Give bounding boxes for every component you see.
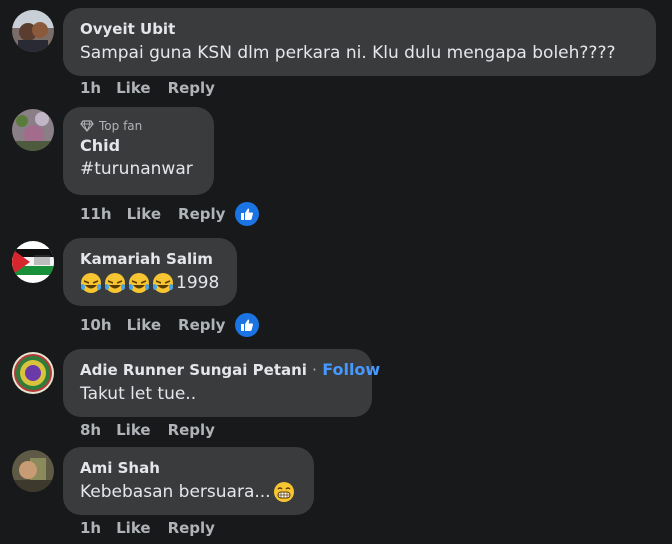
comment-actions: 1h Like Reply — [80, 519, 230, 537]
comment-text: Sampai guna KSN dlm perkara ni. Klu dulu… — [80, 43, 616, 63]
commenter-name[interactable]: Adie Runner Sungai Petani — [80, 361, 307, 379]
commenter-header: Adie Runner Sungai Petani · Follow — [80, 360, 380, 380]
follow-button[interactable]: Follow — [322, 360, 380, 379]
reply-button[interactable]: Reply — [168, 519, 215, 537]
like-button[interactable]: Like — [116, 421, 150, 439]
comment-bubble: Kamariah Salim 1998 — [63, 238, 237, 306]
like-button[interactable]: Like — [127, 316, 161, 334]
timestamp[interactable]: 1h — [80, 519, 101, 537]
thumbs-up-icon[interactable] — [235, 202, 260, 226]
laughing-emoji-icon — [80, 272, 176, 294]
comment-text: #turunanwar — [80, 159, 193, 179]
commenter-name[interactable]: Kamariah Salim — [80, 249, 221, 269]
comment-actions: 10h Like Reply — [80, 313, 274, 337]
top-fan-badge: Top fan — [80, 118, 198, 134]
commenter-name[interactable]: Chid — [80, 136, 198, 156]
diamond-icon — [80, 120, 94, 132]
grinning-emoji-icon — [273, 481, 295, 503]
commenter-name[interactable]: Ami Shah — [80, 458, 298, 478]
separator-dot: · — [312, 361, 317, 379]
comment-bubble: Ovyeit Ubit Sampai guna KSN dlm perkara … — [63, 8, 656, 76]
comment-bubble: Adie Runner Sungai Petani · Follow Takut… — [63, 349, 380, 417]
reply-button[interactable]: Reply — [168, 79, 215, 97]
badge-label: Top fan — [99, 119, 143, 133]
thumbs-up-icon[interactable] — [235, 313, 260, 337]
comment-bubble: Top fan Chid #turunanwar — [63, 107, 214, 195]
avatar[interactable] — [12, 109, 54, 151]
like-button[interactable]: Like — [127, 205, 161, 223]
comment-text-value: 1998 — [176, 273, 220, 293]
reply-button[interactable]: Reply — [178, 205, 225, 223]
comment-text: 1998 — [80, 271, 221, 295]
timestamp[interactable]: 11h — [80, 205, 112, 223]
comment-bubble: Ami Shah Kebebasan bersuara... — [63, 447, 314, 515]
like-button[interactable]: Like — [116, 79, 150, 97]
reply-button[interactable]: Reply — [178, 316, 225, 334]
avatar[interactable] — [12, 352, 54, 394]
comment-text-value: Kebebasan bersuara... — [80, 482, 271, 502]
avatar[interactable] — [12, 241, 54, 283]
timestamp[interactable]: 1h — [80, 79, 101, 97]
comment-text: Kebebasan bersuara... — [80, 480, 298, 504]
timestamp[interactable]: 10h — [80, 316, 112, 334]
avatar[interactable] — [12, 10, 54, 52]
timestamp[interactable]: 8h — [80, 421, 101, 439]
comment-text: Takut let tue.. — [80, 384, 197, 404]
reply-button[interactable]: Reply — [168, 421, 215, 439]
avatar[interactable] — [12, 450, 54, 492]
commenter-name[interactable]: Ovyeit Ubit — [80, 19, 640, 39]
comment-actions: 11h Like Reply — [80, 202, 274, 226]
comment-actions: 1h Like Reply — [80, 79, 230, 97]
like-button[interactable]: Like — [116, 519, 150, 537]
comment-actions: 8h Like Reply — [80, 421, 230, 439]
